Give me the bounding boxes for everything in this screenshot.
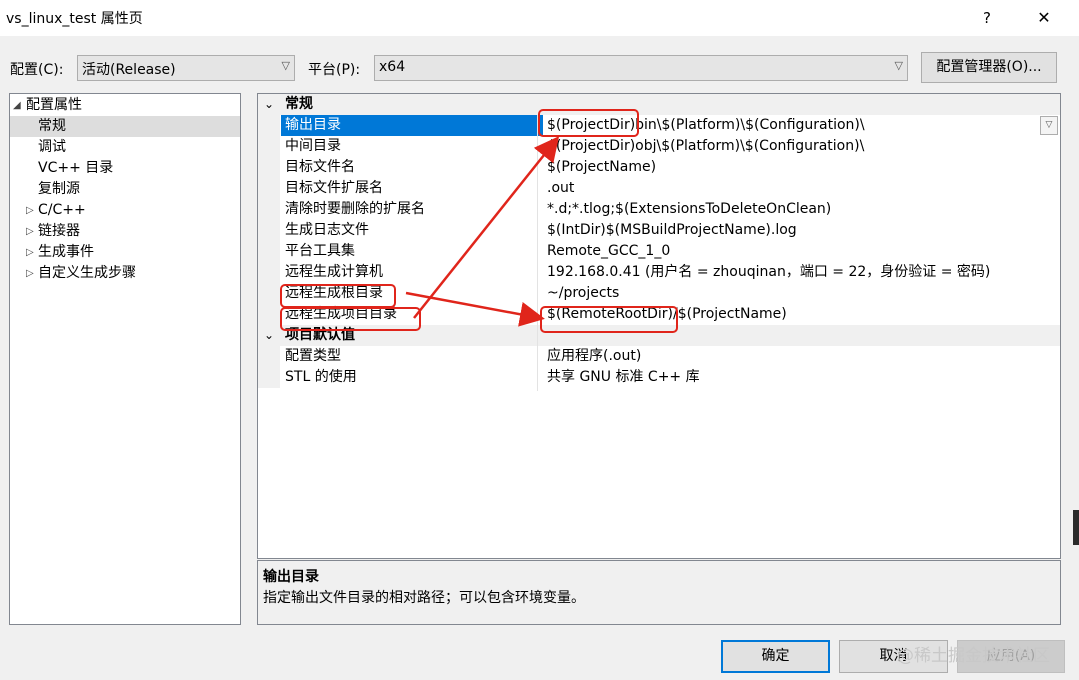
arrow-to-projectdir	[413, 136, 560, 319]
arrow-to-remoterootdir	[405, 291, 545, 327]
annotation-arrows	[405, 136, 560, 327]
